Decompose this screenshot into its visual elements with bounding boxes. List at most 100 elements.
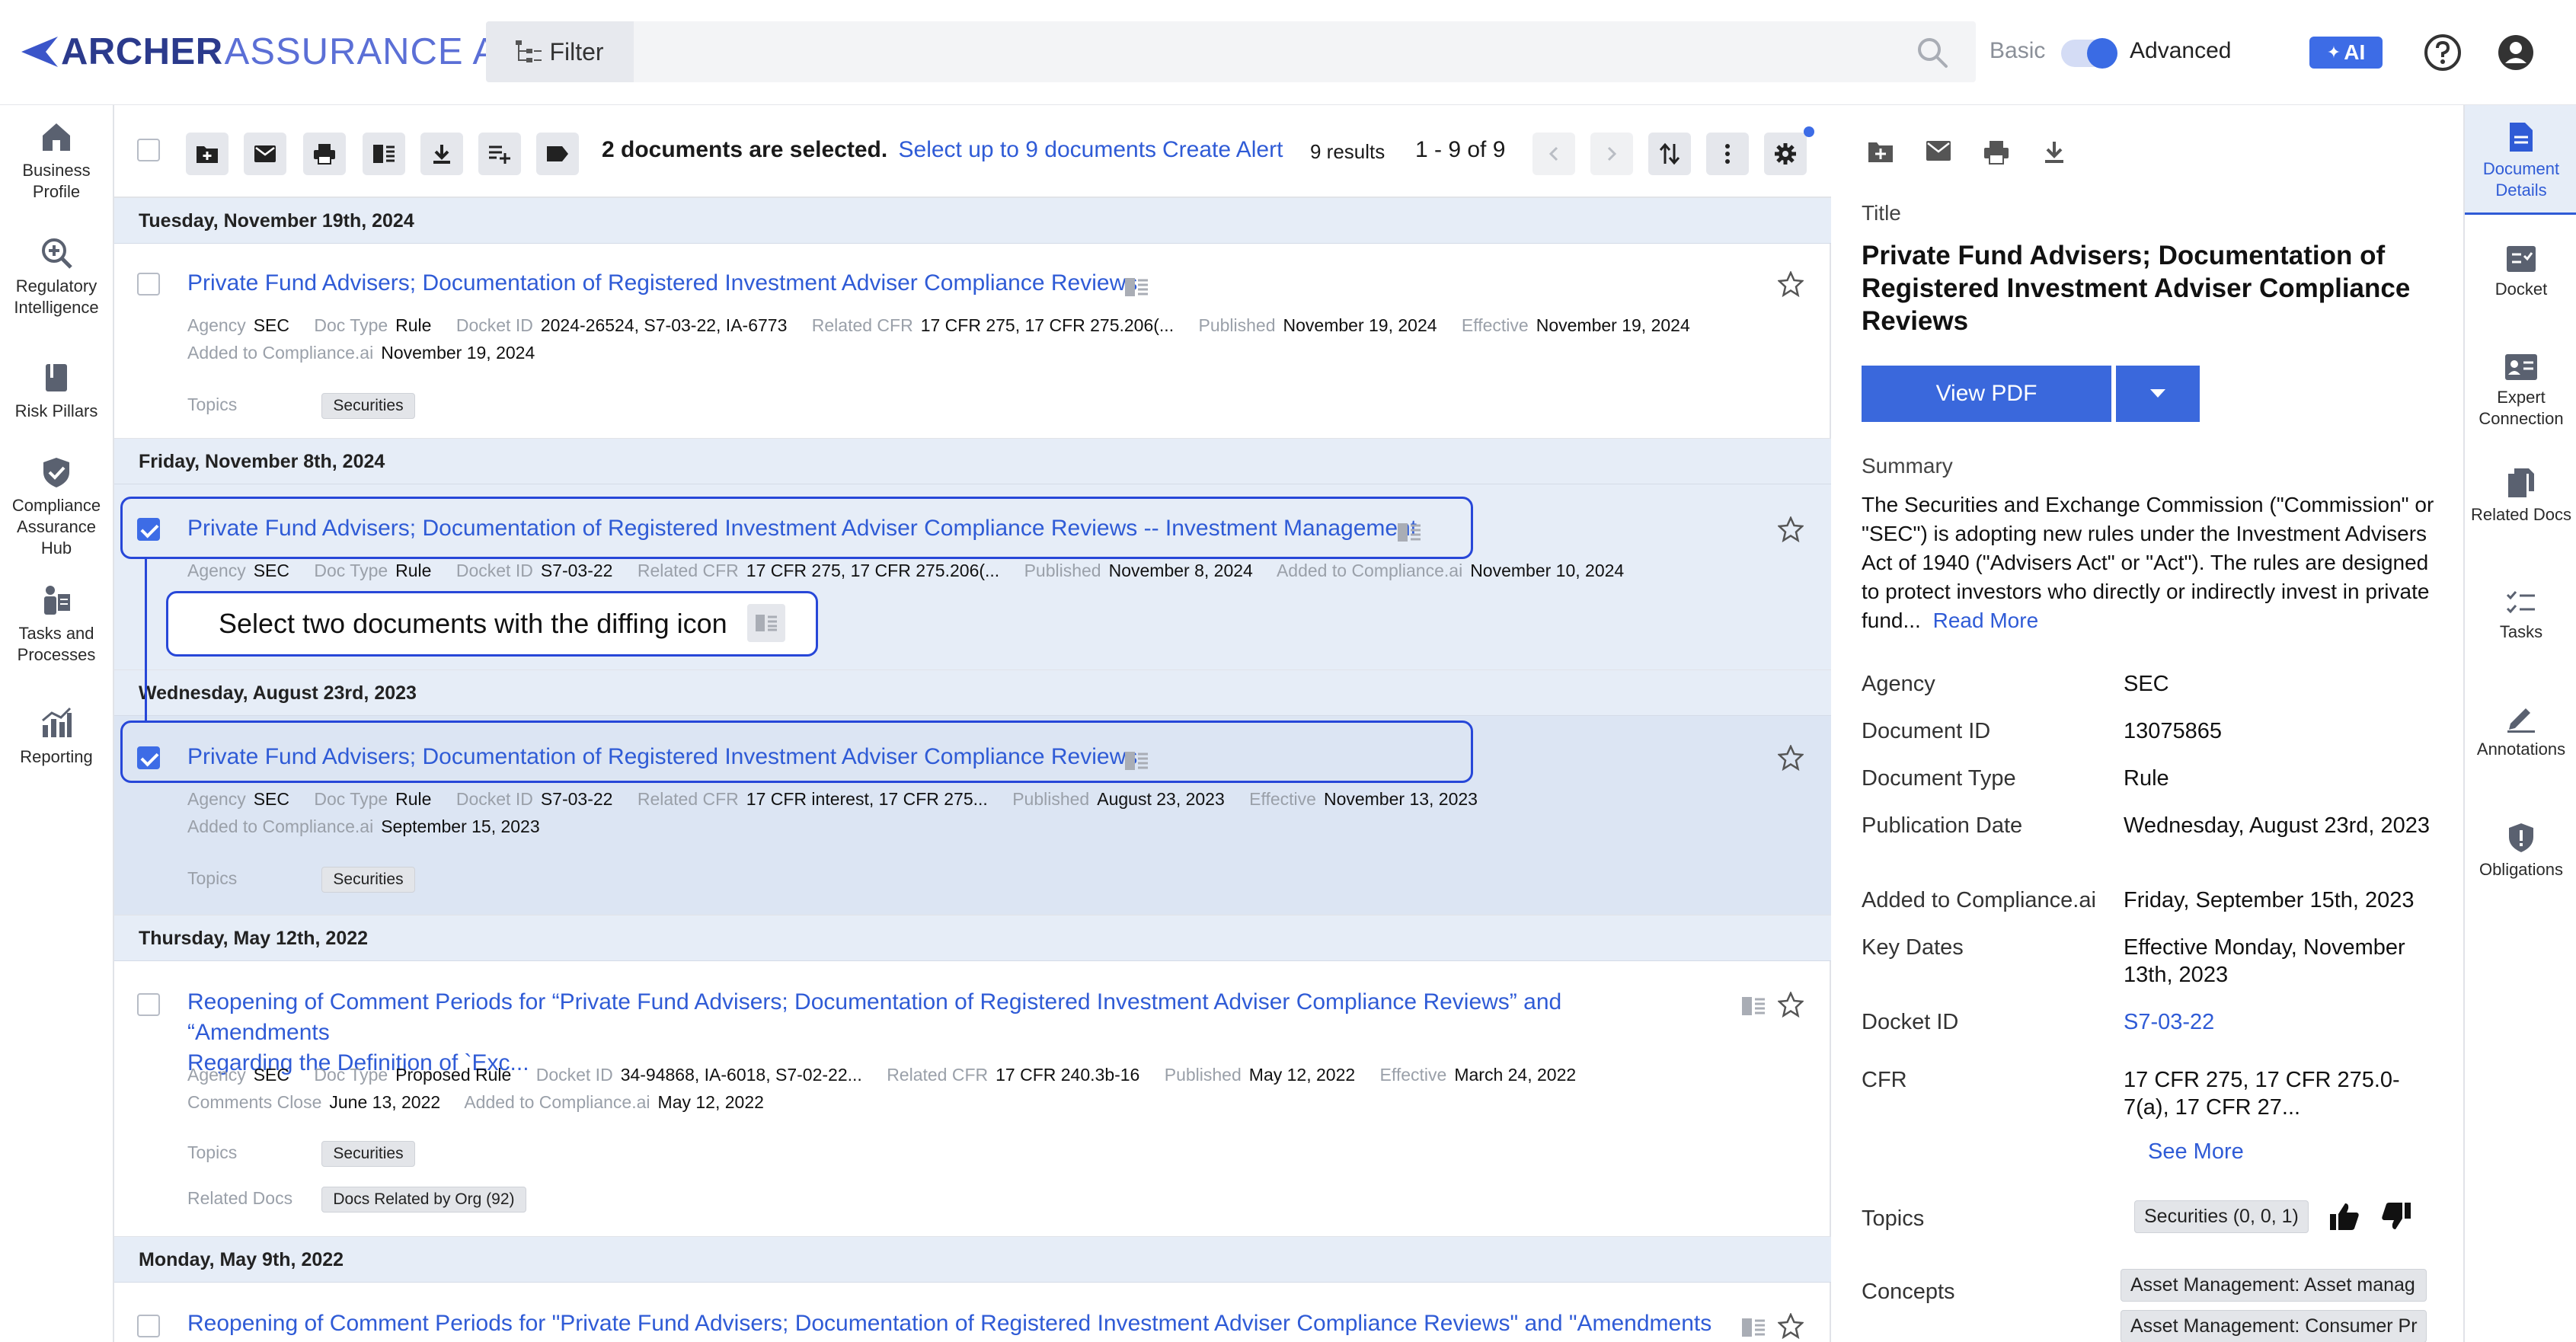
print-button[interactable] [303,133,346,175]
document-title-link[interactable]: Reopening of Comment Periods for "Privat… [187,1308,1711,1339]
document-title-link[interactable]: Private Fund Advisers; Documentation of … [187,268,1137,299]
settings-button[interactable] [1764,133,1807,175]
document-row[interactable]: Reopening of Comment Periods for "Privat… [114,1283,1831,1342]
star-icon[interactable] [1778,1313,1804,1339]
row-checkbox[interactable] [137,993,160,1016]
help-icon[interactable] [2424,34,2462,72]
cfr-key: CFR [1862,1068,1907,1092]
topic-chip[interactable]: Securities [321,867,415,893]
nav-risk-pillars[interactable]: Risk Pillars [0,361,113,422]
nav-reporting[interactable]: Reporting [0,707,113,768]
row-checkbox[interactable] [137,1315,160,1337]
next-page-button[interactable] [1590,133,1633,175]
label-button[interactable] [536,133,579,175]
view-pdf-dropdown-button[interactable] [2116,366,2200,422]
rail-docket[interactable]: Docket [2465,245,2576,300]
download-button[interactable] [420,133,463,175]
concept-chip[interactable]: Asset Management: Asset manag [2121,1269,2427,1302]
related-docs-chip[interactable]: Docs Related by Org (92) [321,1187,526,1213]
folder-plus-icon[interactable] [1868,140,1894,163]
filter-button[interactable]: Filter [486,21,634,82]
diff-icon[interactable] [1124,277,1149,297]
see-more-link[interactable]: See More [2148,1138,2244,1165]
mode-basic-label[interactable]: Basic [1990,38,2045,64]
rail-related-docs[interactable]: Related Docs [2465,468,2576,526]
meta-value: 17 CFR 275, 17 CFR 275.206(... [746,561,1000,580]
document-type-value: Rule [2124,766,2169,791]
user-avatar-icon[interactable] [2497,34,2535,72]
download-icon[interactable] [2043,140,2066,165]
star-icon[interactable] [1778,271,1804,297]
key-dates-value: Effective Monday, November 13th, 2023 [2124,935,2405,987]
thumbs-up-icon[interactable] [2329,1202,2360,1231]
printer-icon[interactable] [1983,140,2009,165]
document-row[interactable]: Reopening of Comment Periods for “Privat… [114,961,1831,1237]
nav-tasks-and-processes[interactable]: Tasks and Processes [0,583,113,666]
topic-chip[interactable]: Securities (0, 0, 1) [2134,1200,2309,1233]
rail-annotations[interactable]: Annotations [2465,704,2576,760]
book-icon [46,364,67,391]
document-id-key: Document ID [1862,719,1991,743]
document-detail-panel: Title Private Fund Advisers; Documentati… [1831,105,2463,1342]
diff-button[interactable] [363,133,405,175]
logo[interactable]: ARCHER ASSURANCE AI [20,30,510,73]
nav-regulatory-intelligence[interactable]: Regulatory Intelligence [0,236,113,318]
rail-label: Tasks [2499,622,2543,641]
sort-button[interactable] [1648,133,1691,175]
add-folder-button[interactable] [186,133,229,175]
more-options-button[interactable] [1706,133,1749,175]
topic-chip[interactable]: Securities [321,1141,415,1167]
thumbs-down-icon[interactable] [2381,1202,2411,1231]
meta-value: Proposed Rule [395,1065,512,1085]
rail-obligations[interactable]: Obligations [2465,823,2576,880]
search-input[interactable] [634,21,1976,82]
row-checkbox[interactable] [137,273,160,296]
chevron-left-icon [1548,146,1558,161]
download-icon [433,145,450,164]
nav-compliance-assurance-hub[interactable]: Compliance Assurance Hub [0,455,113,559]
meta-key: Doc Type [314,789,388,809]
rail-document-details[interactable]: Document Details [2465,105,2576,215]
diff-icon[interactable] [1741,1318,1766,1337]
meta-key: Published [1198,315,1276,335]
email-icon[interactable] [1926,140,1951,161]
concepts-key: Concepts [1862,1280,1955,1304]
add-to-list-button[interactable] [478,133,521,175]
star-icon[interactable] [1778,992,1804,1018]
nav-label: Risk Pillars [14,401,98,420]
search-icon[interactable] [1916,37,1948,69]
shield-alert-icon [2509,823,2533,852]
star-icon[interactable] [1778,745,1804,771]
logo-text-bold: ARCHER [61,31,223,72]
meta-key: Published [1164,1065,1242,1085]
copy-icon [2508,468,2534,497]
docket-id-link[interactable]: S7-03-22 [2124,1008,2443,1036]
concept-chip[interactable]: Asset Management: Consumer Pr [2121,1310,2427,1342]
prev-page-button[interactable] [1532,133,1575,175]
diff-icon[interactable] [1741,996,1766,1016]
create-alert-link[interactable]: Create Alert [1162,137,1283,163]
topics-label: Topics [187,395,238,414]
docket-id-key: Docket ID [1862,1010,1959,1034]
annotation-highlight-box [120,497,1473,559]
results-count: 9 results [1310,140,1385,163]
star-icon[interactable] [1778,516,1804,542]
rail-tasks[interactable]: Tasks [2465,590,2576,643]
mode-toggle[interactable] [2061,38,2117,69]
nav-business-profile[interactable]: Business Profile [0,120,113,203]
read-more-link[interactable]: Read More [1933,609,2039,632]
document-row[interactable]: Private Fund Advisers; Documentation of … [114,244,1831,439]
nav-label: Regulatory Intelligence [14,276,99,317]
date-header: Friday, November 8th, 2024 [114,439,1831,484]
rail-expert-connection[interactable]: Expert Connection [2465,353,2576,430]
title-line: Reopening of Comment Periods for “Privat… [187,989,1562,1045]
left-nav: Business Profile Regulatory Intelligence… [0,105,114,1342]
select-all-checkbox[interactable] [137,139,160,161]
email-button[interactable] [244,133,286,175]
ai-button[interactable]: ✦ AI [2309,37,2383,69]
select-up-to-link[interactable]: Select up to 9 documents [899,137,1157,162]
view-pdf-button[interactable]: View PDF [1862,366,2111,422]
topic-chip[interactable]: Securities [321,393,415,419]
notification-dot [1804,126,1814,137]
mode-advanced-label[interactable]: Advanced [2130,38,2231,64]
